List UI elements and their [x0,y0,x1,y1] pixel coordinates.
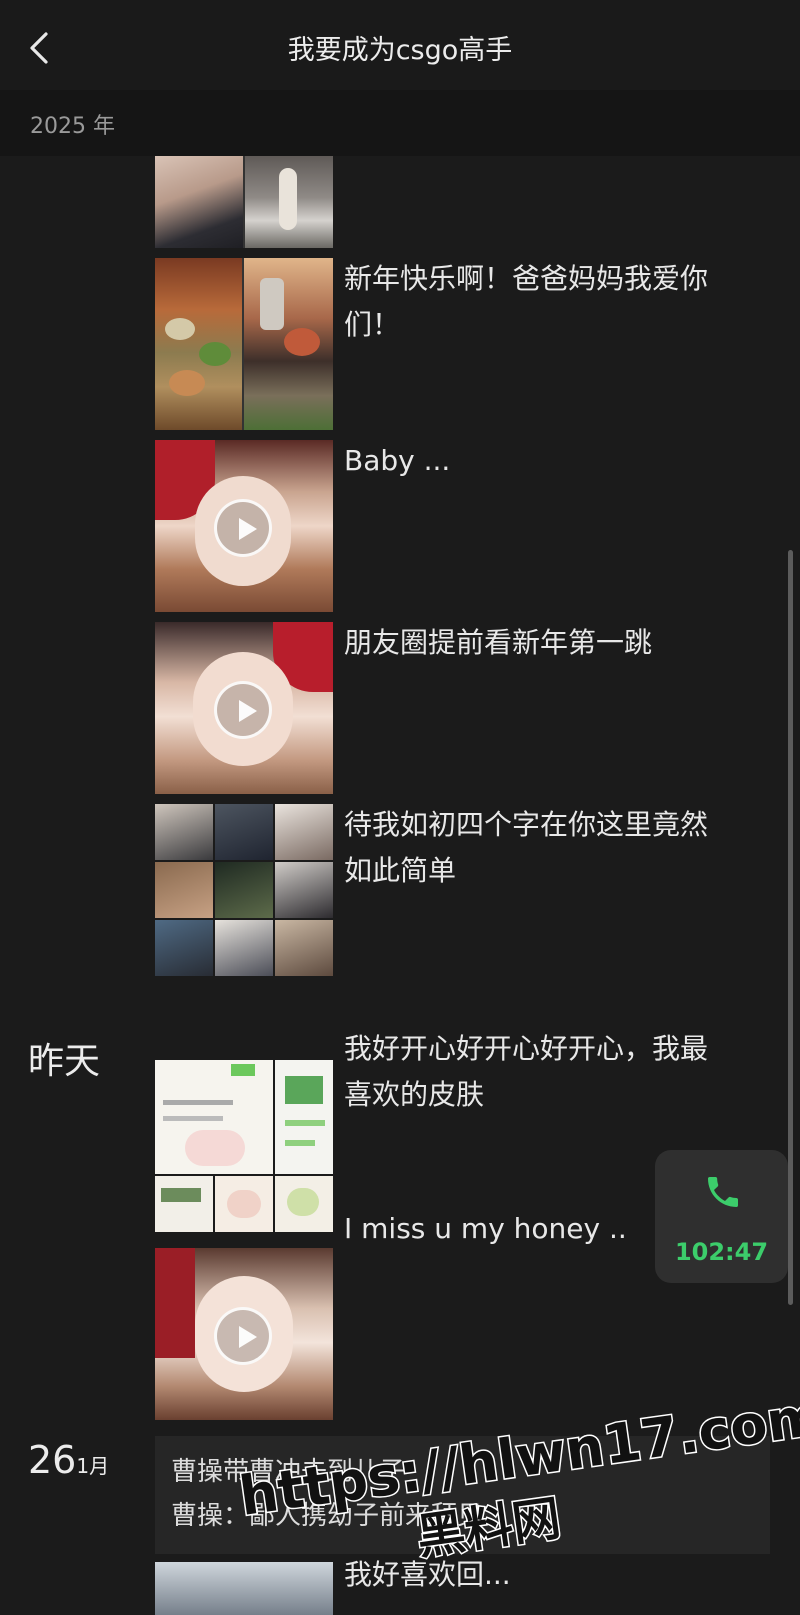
top-bar: 我要成为csgo高手 [0,0,800,90]
call-duration: 102:47 [674,1238,769,1266]
date-label-day: 261月 [28,1438,109,1482]
floating-call-widget[interactable]: 102:47 [655,1150,788,1283]
post-caption: 我好喜欢回... [344,1558,511,1591]
date-month: 1月 [76,1454,110,1478]
moments-feed[interactable]: 新年快乐啊！爸爸妈妈我爱你们！ Baby ... 朋友圈提前看新年第一跳 待我如… [0,156,800,1615]
post-thumbnail[interactable] [155,258,333,430]
play-icon [214,1307,272,1365]
page-title: 我要成为csgo高手 [287,35,513,66]
post-caption: 待我如初四个字在你这里竟然如此简单 [344,808,709,887]
post-thumbnail-video[interactable] [155,440,333,612]
scrollbar[interactable] [788,550,793,1305]
text-post-card[interactable]: 曹操带曹冲去到儿子 曹操：鄙人携幼子前来拜见... [155,1436,770,1554]
text-post-line: 曹操带曹冲去到儿子 [171,1457,406,1487]
post-thumbnail-video[interactable] [155,622,333,794]
play-icon [214,499,272,557]
year-section-header: 2025 年 [0,90,800,156]
date-label-yesterday: 昨天 [28,1041,101,1082]
post-caption: 新年快乐啊！爸爸妈妈我爱你们！ [344,262,709,341]
post-thumbnail[interactable] [155,156,333,248]
play-icon [214,681,272,739]
post-caption: 朋友圈提前看新年第一跳 [344,626,653,659]
year-label: 2025 年 [30,114,115,139]
date-day-number: 26 [28,1438,77,1482]
post-thumbnail-grid[interactable] [155,1060,333,1232]
post-thumbnail[interactable] [155,1562,333,1615]
post-caption: Baby ... [344,444,451,477]
post-thumbnail-grid[interactable] [155,804,333,976]
text-post-line: 曹操：鄙人携幼子前来拜见... [171,1501,508,1531]
post-caption: 我好开心好开心好开心，我最喜欢的皮肤 [344,1032,709,1111]
post-thumbnail-video[interactable] [155,1248,333,1420]
phone-icon [708,1177,738,1207]
